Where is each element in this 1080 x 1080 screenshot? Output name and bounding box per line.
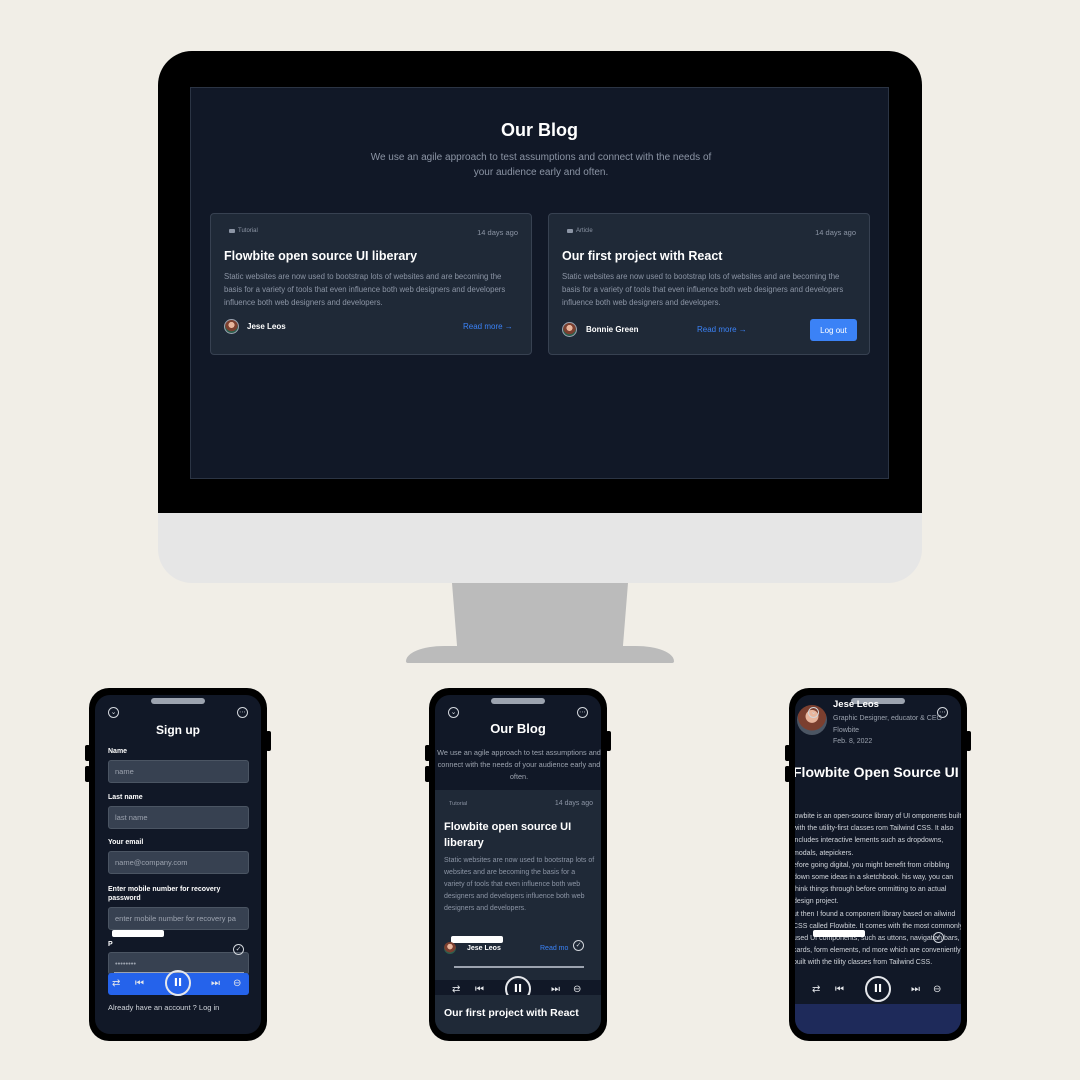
- author-name: Bonnie Green: [586, 325, 639, 334]
- page-title: Our Blog: [501, 120, 578, 140]
- recovery-label: Enter mobile number for recovery passwor…: [108, 886, 221, 902]
- media-title-bar: [813, 930, 865, 937]
- card-age: 14 days ago: [554, 800, 593, 807]
- logout-button[interactable]: Log out: [810, 319, 857, 341]
- signup-title: Sign up: [156, 723, 200, 737]
- card-text: Static websites are now used to bootstra…: [224, 272, 506, 307]
- card-tag: Tutorial: [449, 801, 468, 807]
- minus-circle-icon[interactable]: ⊖: [933, 984, 941, 996]
- card-tag: Article: [567, 228, 593, 234]
- article-body: lowbite is an open-source library of UI …: [795, 813, 961, 967]
- phone-screen: ⌄ ⋯ Jese Leos Graphic Designer, educator…: [795, 695, 961, 1034]
- more-icon[interactable]: ⋯: [237, 707, 248, 718]
- blog-card-react: Article 14 days ago Our first project wi…: [548, 213, 870, 355]
- previous-icon[interactable]: ⏮: [135, 978, 144, 990]
- volume-up-button: [425, 745, 430, 761]
- desktop-monitor: Our Blog We use an agile approach to tes…: [158, 51, 922, 583]
- chevron-down-icon[interactable]: ⌄: [808, 707, 819, 718]
- page-subtitle: We use an agile approach to test assumpt…: [370, 152, 712, 178]
- power-button: [606, 731, 611, 751]
- media-player: ⇄ ⏮ II ⏭ ⊖: [795, 976, 961, 1006]
- publish-date: Feb. 8, 2022: [833, 738, 873, 745]
- avatar: [224, 319, 239, 334]
- media-title-bar: [451, 936, 503, 943]
- card-title[interactable]: Flowbite open source UI liberary: [224, 249, 417, 263]
- phone-screen: ⌄ ⋯ Sign up Name name Last name last nam…: [95, 695, 261, 1034]
- author-name: Jese Leos: [247, 322, 286, 331]
- card-text: Static websites are now used to bootstra…: [562, 272, 844, 307]
- card-tag: Tutorial: [229, 228, 258, 234]
- check-icon[interactable]: ✓: [233, 944, 244, 955]
- article-icon: [567, 229, 573, 233]
- email-field[interactable]: name@company.com: [108, 851, 249, 874]
- article-title: Flowbite Open Source UI: [795, 764, 959, 780]
- power-button: [266, 731, 271, 751]
- pause-icon[interactable]: II: [865, 976, 891, 1002]
- blog-card-2: Our first project with React: [435, 995, 601, 1034]
- notch: [491, 698, 545, 704]
- media-title-bar: [112, 930, 164, 937]
- last-name-field[interactable]: last name: [108, 806, 249, 829]
- volume-up-button: [785, 745, 790, 761]
- card-title[interactable]: Flowbite open source UI liberary: [444, 819, 594, 851]
- monitor-stand-base: [406, 646, 674, 663]
- card-title[interactable]: Our first project with React: [444, 1007, 579, 1019]
- chevron-down-icon[interactable]: ⌄: [448, 707, 459, 718]
- monitor-bezel: Our Blog We use an agile approach to tes…: [158, 51, 922, 513]
- volume-down-button: [425, 766, 430, 782]
- tag-label: Tutorial: [238, 228, 258, 234]
- phone-signup: ⌄ ⋯ Sign up Name name Last name last nam…: [85, 688, 271, 1041]
- page-title: Our Blog: [490, 721, 546, 736]
- recovery-field[interactable]: enter mobile number for recovery pa: [108, 907, 249, 930]
- pause-icon[interactable]: II: [165, 970, 191, 996]
- card-text: Static websites are now used to bootstra…: [444, 857, 595, 912]
- card-age: 14 days ago: [815, 228, 856, 237]
- phone-article: ⌄ ⋯ Jese Leos Graphic Designer, educator…: [785, 688, 971, 1041]
- video-icon: [229, 229, 235, 233]
- name-field[interactable]: name: [108, 760, 249, 783]
- author-role: Graphic Designer, educator & CEO Flowbit…: [833, 715, 942, 734]
- monitor-chin: [158, 513, 922, 583]
- login-prompt[interactable]: Already have an account ? Log in: [108, 1003, 219, 1012]
- tag-label: Article: [576, 228, 593, 234]
- phone-blog: ⌄ ⋯ Our Blog We use an agile approach to…: [425, 688, 611, 1041]
- monitor-stand-neck: [452, 583, 628, 649]
- read-more-link[interactable]: Read mo: [540, 945, 568, 952]
- avatar: [444, 942, 456, 954]
- volume-down-button: [85, 766, 90, 782]
- next-icon[interactable]: ⏭: [211, 978, 220, 990]
- read-more-link[interactable]: Read more →: [697, 325, 747, 334]
- desktop-screen: Our Blog We use an agile approach to tes…: [190, 87, 889, 479]
- blog-card: Tutorial 14 days ago Flowbite open sourc…: [435, 790, 601, 980]
- volume-down-button: [785, 766, 790, 782]
- avatar: [562, 322, 577, 337]
- last-name-label: Last name: [108, 794, 143, 801]
- bottom-banner: [795, 1004, 961, 1034]
- author-name: Jese Leos: [467, 945, 501, 952]
- author-name: Jese Leos: [833, 699, 879, 710]
- media-progress[interactable]: [454, 966, 584, 968]
- chevron-down-icon[interactable]: ⌄: [108, 707, 119, 718]
- more-icon[interactable]: ⋯: [577, 707, 588, 718]
- repeat-icon[interactable]: ⇄: [812, 984, 820, 996]
- name-label: Name: [108, 748, 128, 755]
- previous-icon[interactable]: ⏮: [835, 984, 844, 996]
- blog-card-flowbite: Tutorial 14 days ago Flowbite open sourc…: [210, 213, 532, 355]
- email-label: Your email: [108, 839, 144, 846]
- media-player: ⇄ ⏮ II ⏭ ⊖: [95, 970, 261, 1000]
- notch: [151, 698, 205, 704]
- check-icon[interactable]: ✓: [573, 940, 584, 951]
- read-more-link[interactable]: Read more →: [463, 322, 513, 331]
- card-age: 14 days ago: [477, 228, 518, 237]
- next-icon[interactable]: ⏭: [911, 984, 920, 996]
- page-subtitle: We use an agile approach to test assumpt…: [437, 748, 601, 781]
- phone-screen: ⌄ ⋯ Our Blog We use an agile approach to…: [435, 695, 601, 1034]
- card-title[interactable]: Our first project with React: [562, 249, 722, 263]
- repeat-icon[interactable]: ⇄: [112, 978, 120, 990]
- minus-circle-icon[interactable]: ⊖: [233, 978, 241, 990]
- volume-up-button: [85, 745, 90, 761]
- power-button: [966, 731, 971, 751]
- check-icon[interactable]: ✓: [933, 932, 944, 943]
- password-label: P: [108, 941, 113, 948]
